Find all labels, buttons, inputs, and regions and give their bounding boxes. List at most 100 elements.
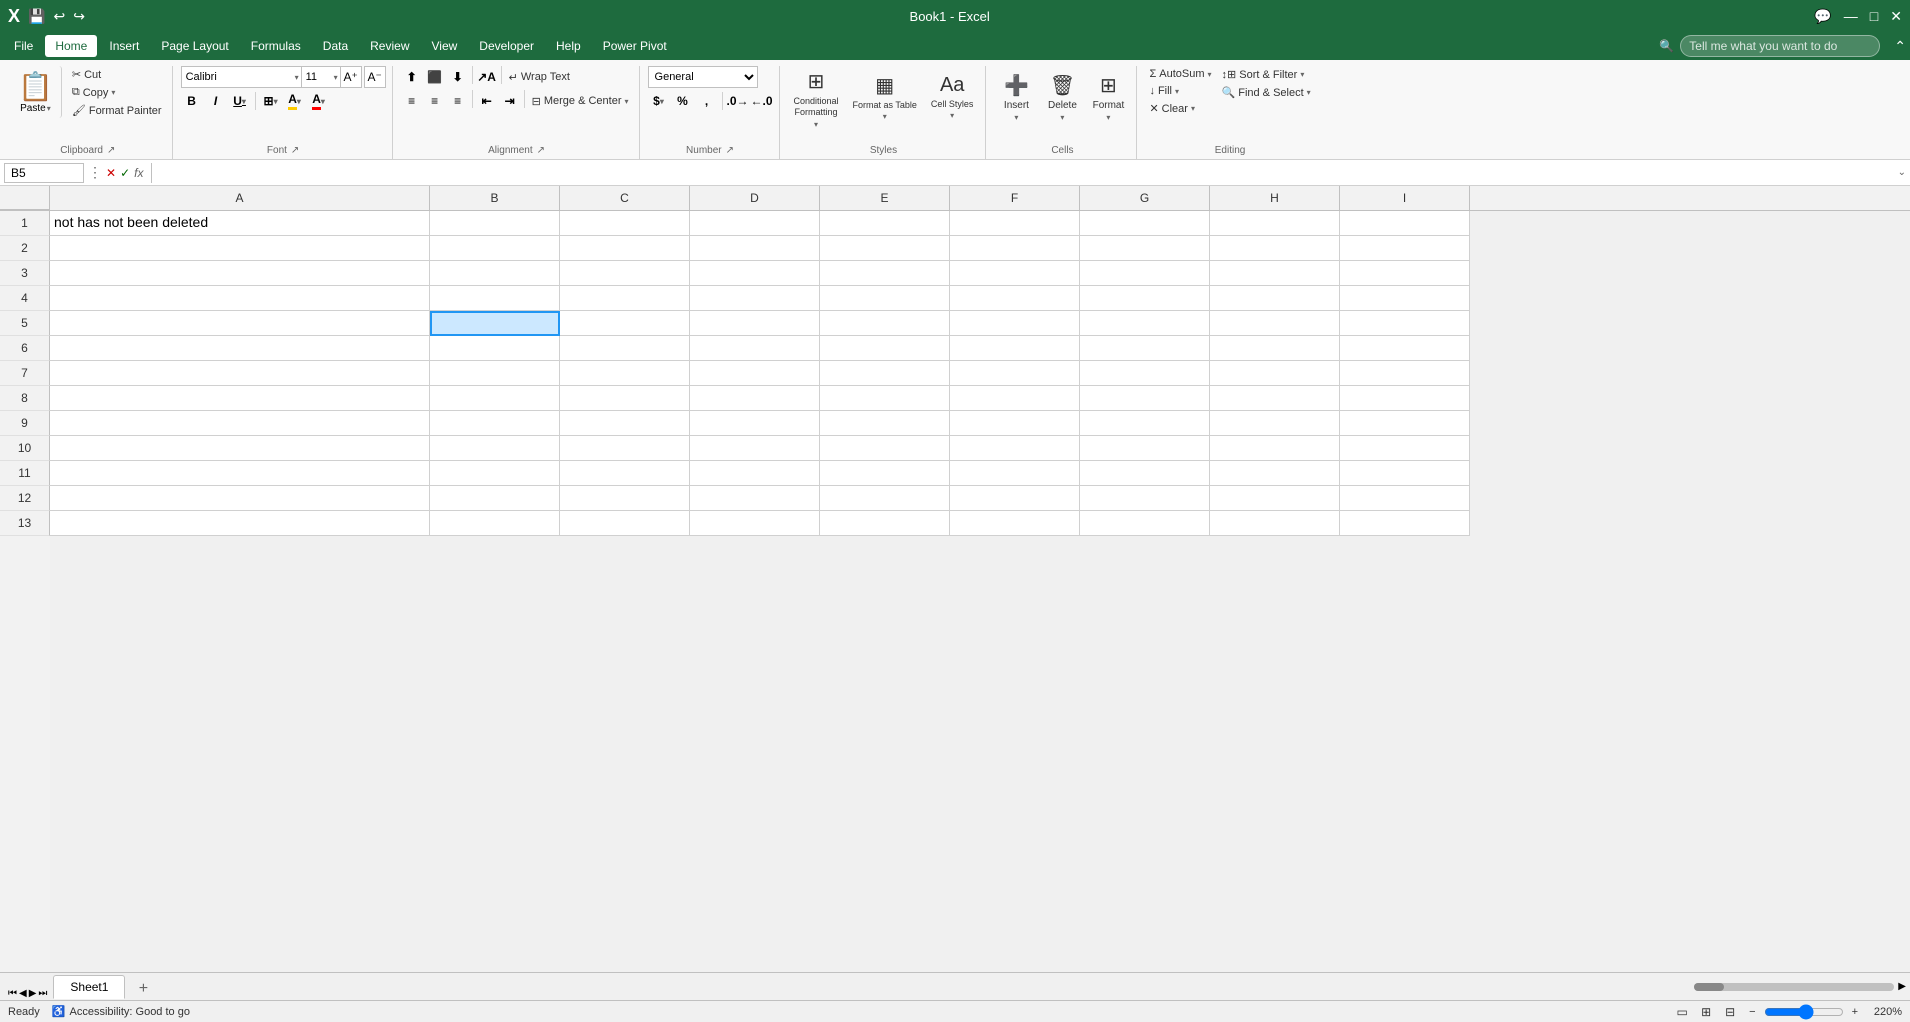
- cell-g10[interactable]: [1080, 436, 1210, 461]
- cell-c7[interactable]: [560, 361, 690, 386]
- cell-c3[interactable]: [560, 261, 690, 286]
- increase-decimal-button[interactable]: .0→: [727, 90, 749, 112]
- cell-a3[interactable]: [50, 261, 430, 286]
- cell-d5[interactable]: [690, 311, 820, 336]
- cell-d8[interactable]: [690, 386, 820, 411]
- font-color-button[interactable]: A ▾: [308, 90, 330, 112]
- cell-f11[interactable]: [950, 461, 1080, 486]
- cell-d1[interactable]: [690, 211, 820, 236]
- align-center-button[interactable]: ≡: [424, 90, 446, 112]
- underline-button[interactable]: U ▾: [229, 90, 251, 112]
- cancel-formula-icon[interactable]: ✕: [106, 166, 116, 180]
- row-num-10[interactable]: 10: [0, 436, 50, 461]
- close-btn[interactable]: ✕: [1890, 8, 1902, 25]
- row-num-3[interactable]: 3: [0, 261, 50, 286]
- menu-page-layout[interactable]: Page Layout: [151, 35, 238, 57]
- row-num-4[interactable]: 4: [0, 286, 50, 311]
- cell-b5[interactable]: [430, 311, 560, 336]
- cell-f12[interactable]: [950, 486, 1080, 511]
- cell-h6[interactable]: [1210, 336, 1340, 361]
- cell-h11[interactable]: [1210, 461, 1340, 486]
- cell-h4[interactable]: [1210, 286, 1340, 311]
- fill-dropdown[interactable]: ▾: [297, 97, 301, 106]
- cell-d9[interactable]: [690, 411, 820, 436]
- zoom-slider[interactable]: [1764, 1008, 1844, 1016]
- fill-button[interactable]: ↓ Fill ▾: [1145, 83, 1215, 99]
- col-header-h[interactable]: H: [1210, 186, 1340, 210]
- clear-dropdown[interactable]: ▾: [1191, 104, 1195, 113]
- cell-styles-button[interactable]: Aa Cell Styles ▾: [925, 66, 980, 128]
- cell-i8[interactable]: [1340, 386, 1470, 411]
- cell-h9[interactable]: [1210, 411, 1340, 436]
- cell-h13[interactable]: [1210, 511, 1340, 536]
- cell-h12[interactable]: [1210, 486, 1340, 511]
- row-num-9[interactable]: 9: [0, 411, 50, 436]
- cell-i10[interactable]: [1340, 436, 1470, 461]
- paste-button[interactable]: 📋 Paste ▾: [10, 66, 62, 118]
- cell-c13[interactable]: [560, 511, 690, 536]
- cell-d2[interactable]: [690, 236, 820, 261]
- menu-review[interactable]: Review: [360, 35, 419, 57]
- cell-f5[interactable]: [950, 311, 1080, 336]
- chat-icon[interactable]: 💬: [1814, 8, 1831, 25]
- fill-dropdown[interactable]: ▾: [1175, 87, 1179, 96]
- cell-b10[interactable]: [430, 436, 560, 461]
- merge-dropdown[interactable]: ▾: [625, 97, 629, 106]
- cell-e9[interactable]: [820, 411, 950, 436]
- cell-c1[interactable]: [560, 211, 690, 236]
- font-color-dropdown[interactable]: ▾: [321, 97, 325, 106]
- cell-h3[interactable]: [1210, 261, 1340, 286]
- cell-f2[interactable]: [950, 236, 1080, 261]
- cell-a4[interactable]: [50, 286, 430, 311]
- sheet-nav-next[interactable]: ▶: [29, 988, 37, 999]
- cell-c4[interactable]: [560, 286, 690, 311]
- cell-h2[interactable]: [1210, 236, 1340, 261]
- cell-b9[interactable]: [430, 411, 560, 436]
- cell-i1[interactable]: [1340, 211, 1470, 236]
- cell-h5[interactable]: [1210, 311, 1340, 336]
- cell-g3[interactable]: [1080, 261, 1210, 286]
- cell-e5[interactable]: [820, 311, 950, 336]
- cell-g11[interactable]: [1080, 461, 1210, 486]
- insert-dropdown[interactable]: ▾: [1014, 113, 1018, 122]
- cell-b3[interactable]: [430, 261, 560, 286]
- align-right-button[interactable]: ≡: [447, 90, 469, 112]
- paste-dropdown-arrow[interactable]: ▾: [47, 104, 51, 113]
- cell-g5[interactable]: [1080, 311, 1210, 336]
- cell-b12[interactable]: [430, 486, 560, 511]
- cell-b13[interactable]: [430, 511, 560, 536]
- cell-i2[interactable]: [1340, 236, 1470, 261]
- cell-a9[interactable]: [50, 411, 430, 436]
- cell-g1[interactable]: [1080, 211, 1210, 236]
- formula-input[interactable]: [160, 163, 1893, 183]
- align-top-button[interactable]: ⬆: [401, 66, 423, 88]
- col-header-a[interactable]: A: [50, 186, 430, 210]
- find-select-button[interactable]: 🔍 Find & Select ▾: [1218, 84, 1315, 101]
- col-header-c[interactable]: C: [560, 186, 690, 210]
- cell-f3[interactable]: [950, 261, 1080, 286]
- cell-reference-input[interactable]: [4, 163, 84, 183]
- cell-i13[interactable]: [1340, 511, 1470, 536]
- cell-a5[interactable]: [50, 311, 430, 336]
- page-layout-view-btn[interactable]: ⊞: [1695, 1003, 1717, 1021]
- cell-d4[interactable]: [690, 286, 820, 311]
- find-dropdown[interactable]: ▾: [1307, 88, 1311, 97]
- ribbon-collapse-icon[interactable]: ⌃: [1894, 38, 1906, 55]
- cell-a2[interactable]: [50, 236, 430, 261]
- cut-button[interactable]: ✂ Cut: [68, 66, 166, 83]
- autosum-button[interactable]: Σ AutoSum ▾: [1145, 66, 1215, 82]
- alignment-dialog-launcher[interactable]: ↗: [537, 145, 545, 156]
- row-num-2[interactable]: 2: [0, 236, 50, 261]
- maximize-btn[interactable]: □: [1870, 8, 1878, 25]
- copy-dropdown-arrow[interactable]: ▾: [111, 88, 115, 97]
- zoom-minus-btn[interactable]: −: [1749, 1006, 1755, 1018]
- cell-f6[interactable]: [950, 336, 1080, 361]
- cell-c6[interactable]: [560, 336, 690, 361]
- search-bar[interactable]: 🔍: [1659, 35, 1880, 57]
- cell-d7[interactable]: [690, 361, 820, 386]
- cell-d6[interactable]: [690, 336, 820, 361]
- menu-home[interactable]: Home: [45, 35, 97, 57]
- border-dropdown[interactable]: ▾: [274, 97, 278, 106]
- cell-h8[interactable]: [1210, 386, 1340, 411]
- cell-h7[interactable]: [1210, 361, 1340, 386]
